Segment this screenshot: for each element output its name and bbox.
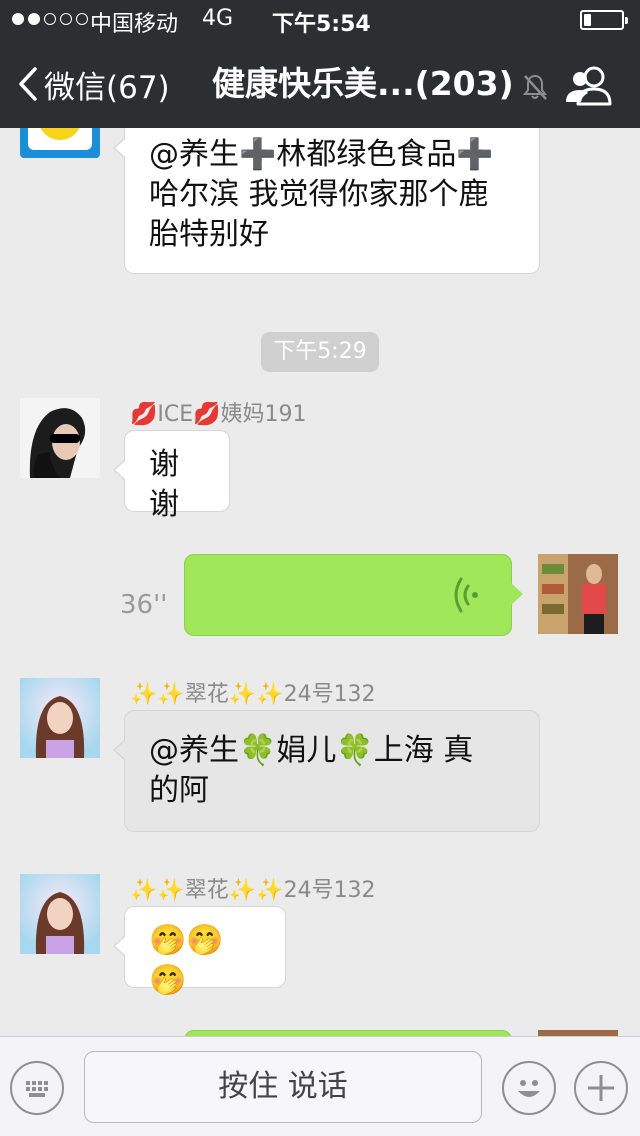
signal-dot bbox=[76, 13, 88, 25]
message-text: 🤭🤭🤭 bbox=[149, 923, 224, 998]
sender-name: 💋ICE💋姨妈191 bbox=[130, 402, 307, 427]
more-actions-button[interactable] bbox=[574, 1061, 628, 1115]
chat-title: 健康快乐美...(203) bbox=[212, 64, 514, 103]
message-text-line: 胎特别好 bbox=[149, 217, 269, 252]
avatar[interactable] bbox=[20, 128, 100, 158]
message-text-line: @养生🍀娟儿🍀上海 真 bbox=[149, 733, 474, 768]
store-logo-icon bbox=[28, 128, 92, 150]
back-button[interactable]: 微信(67) bbox=[18, 60, 170, 108]
message-text-line: @养生➕林都绿色食品➕ bbox=[149, 137, 494, 172]
top-bar: 中国移动 4G 下午5:54 微信(67) 健康快乐美...(203) bbox=[0, 0, 640, 128]
plus-icon bbox=[588, 1075, 614, 1101]
message-bubble[interactable]: @养生🍀娟儿🍀上海 真 的阿 bbox=[113, 710, 540, 832]
battery-level bbox=[584, 14, 591, 26]
emoji-button[interactable] bbox=[502, 1061, 556, 1115]
hold-to-talk-button[interactable]: 按住 说话 bbox=[84, 1051, 482, 1123]
message-bubble[interactable]: 🤭🤭🤭 bbox=[113, 906, 286, 998]
status-bar: 中国移动 4G 下午5:54 bbox=[0, 0, 640, 40]
battery-icon bbox=[580, 10, 628, 30]
sender-name: ✨✨翠花✨✨24号132 bbox=[130, 682, 376, 707]
message-text-line: 哈尔滨 我觉得你家那个鹿 bbox=[149, 177, 489, 212]
voice-duration: 36'' bbox=[120, 590, 168, 620]
user-avatar-icon bbox=[538, 554, 618, 634]
carrier-name: 中国移动 bbox=[90, 12, 179, 37]
user-avatar-icon bbox=[20, 874, 100, 954]
chat-area[interactable]: @养生➕林都绿色食品➕ 哈尔滨 我觉得你家那个鹿 胎特别好 下午5:29 💋IC… bbox=[0, 128, 640, 1036]
message-text: 谢谢 bbox=[149, 447, 179, 522]
time-separator: 下午5:29 bbox=[261, 332, 379, 372]
message-bubble[interactable]: @养生➕林都绿色食品➕ 哈尔滨 我觉得你家那个鹿 胎特别好 bbox=[113, 128, 540, 274]
signal-dot bbox=[12, 13, 24, 25]
emoji-icon bbox=[518, 1080, 540, 1097]
group-members-icon[interactable] bbox=[564, 64, 616, 106]
signal-dot bbox=[44, 13, 56, 25]
bell-muted-icon bbox=[523, 74, 547, 100]
back-label: 微信(67) bbox=[44, 69, 170, 106]
avatar[interactable] bbox=[20, 678, 100, 758]
signal-dot bbox=[28, 13, 40, 25]
signal-strength-icon bbox=[12, 13, 88, 25]
avatar[interactable] bbox=[20, 398, 100, 478]
user-avatar-icon bbox=[20, 678, 100, 758]
network-type: 4G bbox=[202, 6, 234, 31]
message-text-line: 的阿 bbox=[149, 773, 209, 808]
avatar[interactable] bbox=[20, 874, 100, 954]
my-avatar[interactable] bbox=[538, 554, 618, 634]
sender-name: ✨✨翠花✨✨24号132 bbox=[130, 878, 376, 903]
input-bar: 按住 说话 bbox=[0, 1036, 640, 1136]
nav-bar: 微信(67) 健康快乐美...(203) bbox=[0, 40, 640, 128]
voice-message-bubble[interactable] bbox=[184, 554, 523, 636]
keyboard-icon bbox=[26, 1081, 48, 1097]
chevron-left-icon bbox=[19, 67, 37, 101]
user-avatar-icon bbox=[20, 398, 100, 478]
voice-wave-icon bbox=[454, 577, 478, 613]
status-time: 下午5:54 bbox=[272, 12, 371, 37]
message-bubble[interactable]: 谢谢 bbox=[113, 430, 230, 522]
signal-dot bbox=[60, 13, 72, 25]
keyboard-toggle-button[interactable] bbox=[10, 1061, 64, 1115]
